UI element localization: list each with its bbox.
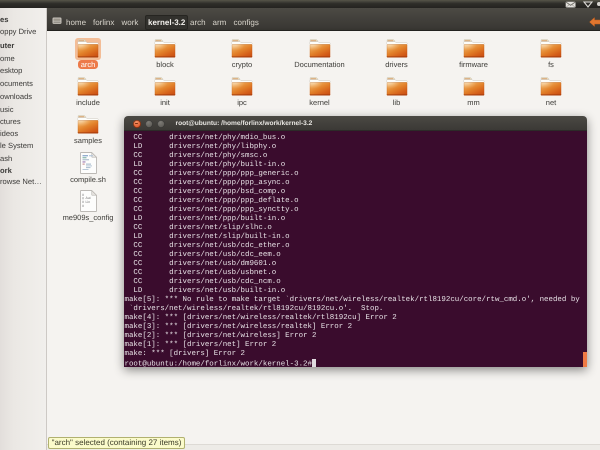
svg-text:Lin: Lin — [85, 199, 90, 203]
